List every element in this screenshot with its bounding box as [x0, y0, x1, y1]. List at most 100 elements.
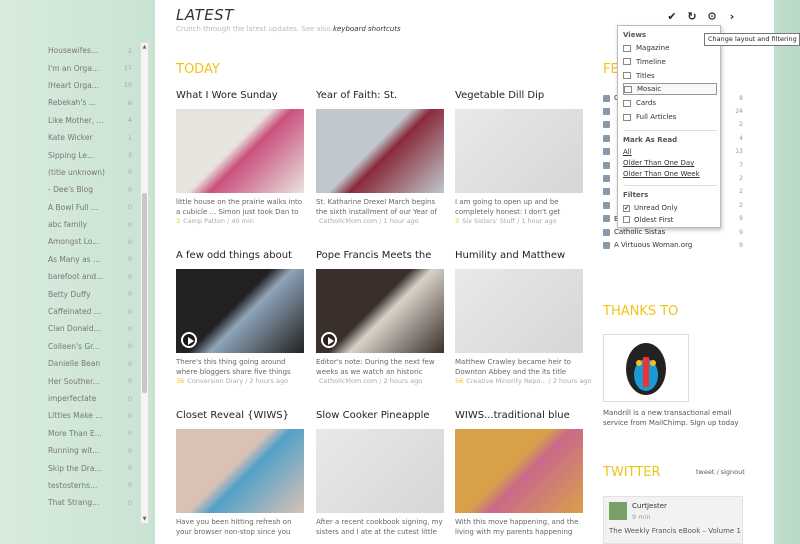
article-title[interactable]: Year of Faith: St. — [316, 90, 444, 104]
sidebar-item[interactable]: As Many as ... 0 — [44, 251, 140, 268]
mark-read-option[interactable]: Older Than One Week — [623, 170, 700, 178]
main-scrollbar[interactable] — [765, 0, 774, 544]
sidebar-item[interactable]: abc family 0 — [44, 216, 140, 233]
article-thumbnail[interactable] — [176, 109, 304, 193]
sidebar-item[interactable]: A Bowl Full ... 0 — [44, 199, 140, 216]
article-card[interactable]: Vegetable Dill Dip I am going to open up … — [455, 90, 583, 230]
view-option[interactable]: Cards — [623, 97, 717, 109]
article-source[interactable]: Camp Patton / 40 min — [183, 217, 254, 225]
keyboard-shortcuts-link[interactable]: keyboard shortcuts — [333, 25, 401, 33]
article-card[interactable]: Pope Francis Meets the Editor's note: Dur… — [316, 250, 444, 390]
sidebar-item[interactable]: Danielle Bean 0 — [44, 355, 140, 372]
sidebar-item[interactable]: Housewifes... 2 — [44, 42, 140, 59]
article-source[interactable]: CatholicMom.com / 1 hour ago — [319, 217, 419, 225]
view-option[interactable]: Magazine — [623, 42, 717, 54]
refresh-icon[interactable]: ↻ — [685, 8, 699, 24]
article-thumbnail[interactable] — [176, 429, 304, 513]
sidebar-item[interactable]: Littles Make ... 0 — [44, 407, 140, 424]
article-thumbnail[interactable] — [455, 429, 583, 513]
sidebar-item-label: Littles Make ... — [48, 411, 103, 421]
twitter-links[interactable]: tweet / signout — [696, 468, 745, 476]
sidebar-item-label: - Dee's Blog — [48, 185, 94, 195]
sidebar-item[interactable]: Caffeinated ... 0 — [44, 303, 140, 320]
article-meta — [455, 537, 458, 544]
filter-option[interactable]: ✔ Unread Only — [623, 202, 717, 214]
article-card[interactable]: What I Wore Sunday little house on the pr… — [176, 90, 304, 230]
sidebar-item[interactable]: Betty Duffy 0 — [44, 285, 140, 302]
article-card[interactable]: A few odd things about There's this thing… — [176, 250, 304, 390]
filter-checkbox[interactable] — [623, 216, 630, 223]
article-source[interactable]: Creative Minority Repo... / 2 hours ago — [466, 377, 591, 385]
sidebar-item[interactable]: (title unknown) 0 — [44, 164, 140, 181]
mandrill-logo[interactable] — [603, 334, 689, 402]
sidebar-item[interactable]: Rebekah's ... 6 — [44, 94, 140, 111]
sidebar-item[interactable]: Skip the Dra... 0 — [44, 459, 140, 476]
view-option[interactable]: Full Articles — [623, 111, 717, 123]
article-thumbnail[interactable] — [316, 109, 444, 193]
article-title[interactable]: A few odd things about — [176, 250, 304, 264]
filter-checkbox[interactable]: ✔ — [623, 204, 630, 212]
feed-count: 2 — [739, 121, 743, 129]
scroll-down-icon[interactable]: ▼ — [141, 516, 148, 522]
article-title[interactable]: What I Wore Sunday — [176, 90, 304, 104]
feed-item[interactable]: A Virtuous Woman.org 9 — [603, 239, 743, 251]
article-card[interactable]: Humility and Matthew Matthew Crawley beca… — [455, 250, 591, 390]
article-thumbnail[interactable] — [316, 269, 444, 353]
sidebar-item[interactable]: Her Souther... 0 — [44, 372, 140, 389]
article-thumbnail[interactable] — [176, 269, 304, 353]
article-source[interactable]: Six Sisters' Stuff / 1 hour ago — [462, 217, 556, 225]
scroll-up-icon[interactable]: ▲ — [141, 44, 148, 50]
play-icon[interactable] — [321, 332, 337, 348]
article-card[interactable]: Slow Cooker Pineapple After a recent cook… — [316, 410, 444, 544]
sidebar-item[interactable]: Running wit... 0 — [44, 442, 140, 459]
article-meta: 36 Conversion Diary / 2 hours ago — [176, 377, 288, 385]
tweet-card[interactable]: CurtJester 9 min The Weekly Francis eBoo… — [603, 496, 743, 544]
article-title[interactable]: Slow Cooker Pineapple — [316, 410, 444, 424]
view-option[interactable]: Timeline — [623, 56, 717, 68]
filter-option[interactable]: Oldest First — [623, 214, 717, 226]
sidebar-item[interactable]: Like Mother, ... 4 — [44, 112, 140, 129]
tweet-user[interactable]: CurtJester — [632, 502, 667, 510]
article-source[interactable]: CatholicMom.com / 2 hours ago — [319, 377, 422, 385]
sidebar-item[interactable]: imperfectate 0 — [44, 390, 140, 407]
sidebar-scrollbar[interactable]: ▲ ▼ — [140, 42, 149, 524]
sidebar-item[interactable]: Sipping Le... 3 — [44, 146, 140, 163]
article-thumbnail[interactable] — [455, 109, 583, 193]
article-title[interactable]: Pope Francis Meets the — [316, 250, 444, 264]
article-source[interactable]: Conversion Diary / 2 hours ago — [187, 377, 288, 385]
sidebar-item[interactable]: More Than E... 0 — [44, 425, 140, 442]
avatar — [609, 502, 627, 520]
article-card[interactable]: Closet Reveal {WIWS} Have you been hittin… — [176, 410, 304, 544]
sidebar-item[interactable]: IHeart Orga... 10 — [44, 77, 140, 94]
article-title[interactable]: Vegetable Dill Dip — [455, 90, 583, 104]
view-option[interactable]: Titles — [623, 70, 717, 82]
sidebar-item[interactable]: Colleen's Gr... 0 — [44, 338, 140, 355]
chevron-right-icon[interactable]: › — [725, 8, 739, 24]
sidebar-item[interactable]: That Strang... 0 — [44, 494, 140, 511]
feed-icon — [603, 94, 610, 102]
sidebar-item-label: Housewifes... — [48, 46, 99, 56]
mark-read-option[interactable]: Older Than One Day — [623, 159, 694, 167]
article-title[interactable]: Humility and Matthew — [455, 250, 583, 264]
article-card[interactable]: Year of Faith: St. St. Katharine Drexel M… — [316, 90, 444, 230]
scrollbar-thumb[interactable] — [142, 193, 147, 393]
article-thumbnail[interactable] — [455, 269, 583, 353]
sidebar-item[interactable]: - Dee's Blog 0 — [44, 181, 140, 198]
view-option[interactable]: Mosaic — [623, 83, 717, 96]
sidebar-item[interactable]: testosterns... 0 — [44, 477, 140, 494]
sidebar-item[interactable]: barefoot and... 0 — [44, 268, 140, 285]
article-thumbnail[interactable] — [316, 429, 444, 513]
sidebar-item[interactable]: Kate Wicker 1 — [44, 129, 140, 146]
sidebar-item[interactable]: Clan Donald... 0 — [44, 320, 140, 337]
article-card[interactable]: WIWS...traditional blue With this move ha… — [455, 410, 583, 544]
sidebar-item[interactable]: Amongst Lo... 0 — [44, 233, 140, 250]
sidebar-item[interactable]: I'm an Orga... 17 — [44, 59, 140, 76]
gear-icon[interactable]: ⚙ — [705, 8, 719, 24]
mark-read-option[interactable]: All — [623, 148, 632, 156]
article-title[interactable]: Closet Reveal {WIWS} — [176, 410, 304, 424]
sidebar-item-count: 0 — [127, 498, 132, 507]
article-title[interactable]: WIWS...traditional blue — [455, 410, 583, 424]
article-excerpt: After a recent cookbook signing, my sist… — [316, 518, 443, 536]
mark-read-icon[interactable]: ✔ — [665, 8, 679, 24]
play-icon[interactable] — [181, 332, 197, 348]
